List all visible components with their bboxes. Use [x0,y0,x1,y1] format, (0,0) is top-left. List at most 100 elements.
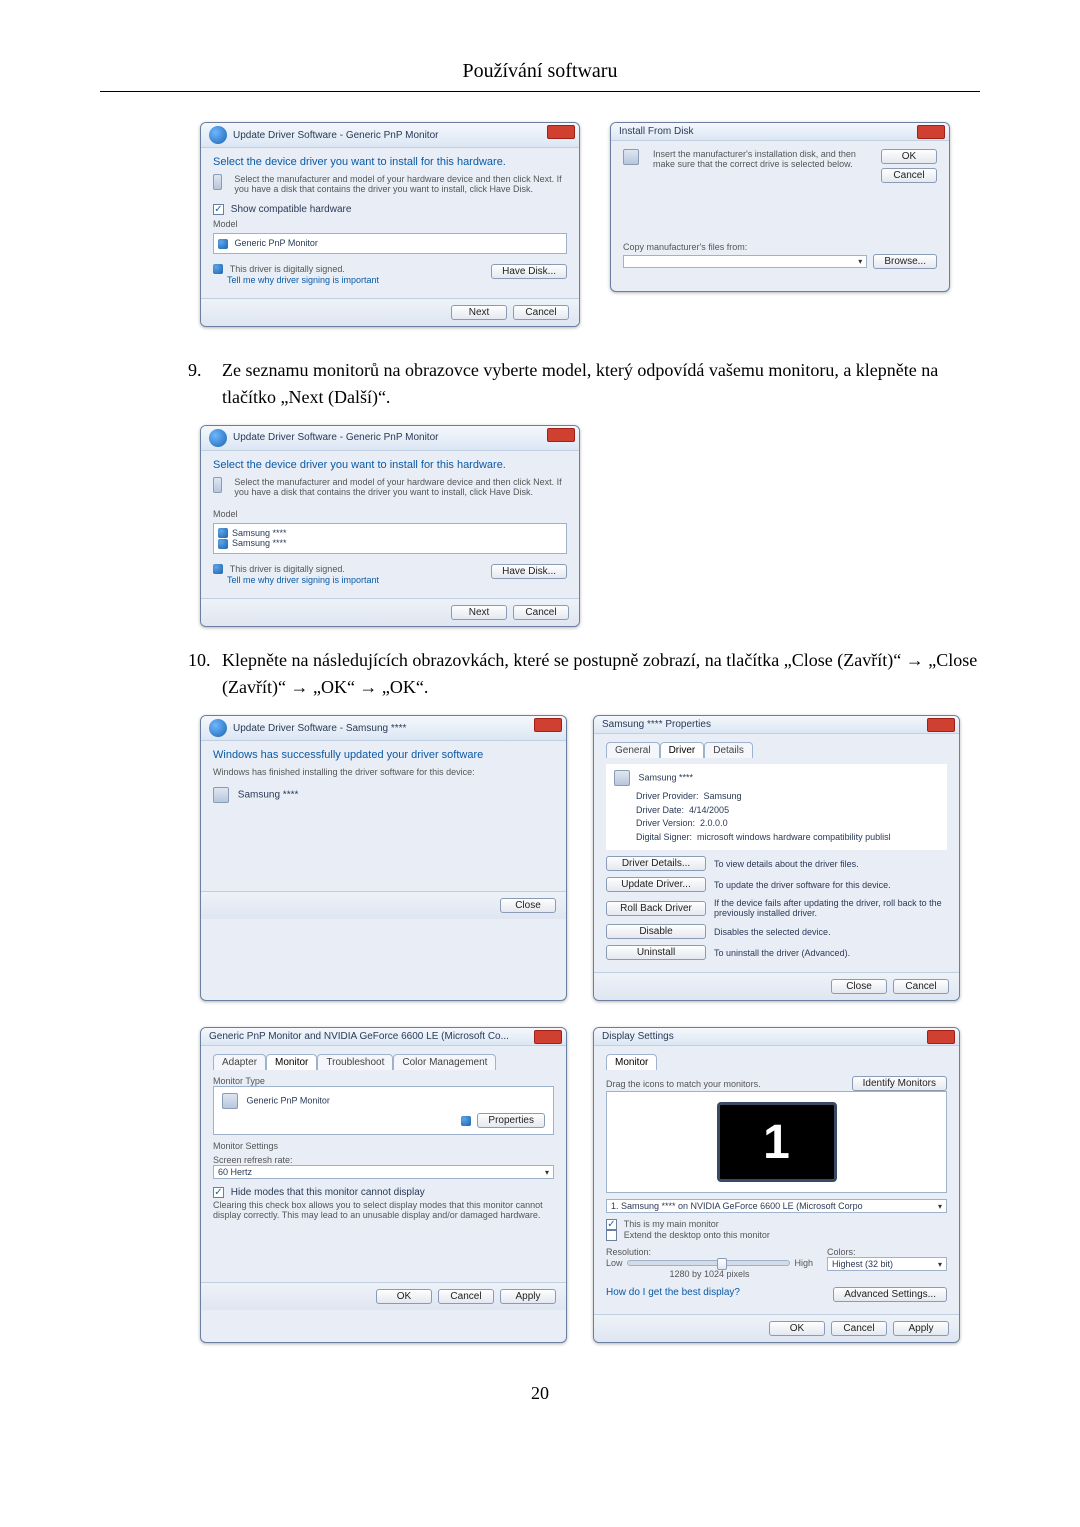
browse-button[interactable]: Browse... [873,254,937,269]
resolution-slider[interactable] [627,1260,791,1266]
shield-icon [213,564,223,574]
driver-details-button[interactable]: Driver Details... [606,856,706,871]
extend-desktop-label: Extend the desktop onto this monitor [624,1230,770,1240]
tab-details[interactable]: Details [704,742,753,758]
back-icon[interactable] [209,719,227,737]
uninstall-button[interactable]: Uninstall [606,945,706,960]
monitor-icon [213,787,229,803]
window-title: Generic PnP Monitor and NVIDIA GeForce 6… [209,1031,509,1042]
apply-button[interactable]: Apply [893,1321,949,1336]
ok-button[interactable]: OK [376,1289,432,1304]
main-monitor-checkbox[interactable] [606,1219,617,1230]
tab-monitor[interactable]: Monitor [606,1054,657,1070]
back-icon[interactable] [209,429,227,447]
disable-button[interactable]: Disable [606,924,706,939]
update-driver-desc: To update the driver software for this d… [714,880,947,890]
close-icon[interactable] [547,428,575,442]
compat-label: Show compatible hardware [231,204,352,215]
tab-adapter[interactable]: Adapter [213,1054,266,1070]
close-icon[interactable] [927,718,955,732]
rollback-driver-button[interactable]: Roll Back Driver [606,901,706,916]
extend-desktop-checkbox[interactable] [606,1230,617,1241]
close-button[interactable]: Close [831,979,887,994]
shield-icon [218,239,228,249]
ver-value: 2.0.0.0 [700,818,728,828]
dialog-heading: Select the device driver you want to ins… [213,156,567,168]
refresh-dropdown[interactable]: 60 Hertz ▾ [213,1165,554,1179]
cancel-button[interactable]: Cancel [893,979,949,994]
have-disk-button[interactable]: Have Disk... [491,564,567,579]
signing-link[interactable]: Tell me why driver signing is important [227,275,379,285]
signing-link[interactable]: Tell me why driver signing is important [227,575,379,585]
window-display-settings: Display Settings Monitor Drag the icons … [593,1027,960,1343]
tab-general[interactable]: General [606,742,660,758]
model-item[interactable]: Samsung **** [232,528,287,538]
update-driver-button[interactable]: Update Driver... [606,877,706,892]
close-button[interactable]: Close [500,898,556,913]
back-icon[interactable] [209,126,227,144]
tab-monitor[interactable]: Monitor [266,1054,317,1070]
cancel-button[interactable]: Cancel [513,305,569,320]
ok-button[interactable]: OK [769,1321,825,1336]
identify-monitors-button[interactable]: Identify Monitors [852,1076,947,1091]
next-button[interactable]: Next [451,305,507,320]
window-update-driver-1: Update Driver Software - Generic PnP Mon… [200,122,580,327]
tab-troubleshoot[interactable]: Troubleshoot [317,1054,393,1070]
ver-label: Driver Version: [636,818,695,828]
hide-modes-checkbox[interactable] [213,1187,224,1198]
refresh-value: 60 Hertz [218,1167,252,1177]
prov-value: Samsung [704,791,742,801]
window-title: Samsung **** Properties [602,719,711,730]
cancel-button[interactable]: Cancel [831,1321,887,1336]
monitor-icon [614,770,630,786]
monitor-preview[interactable]: 1 [717,1102,837,1182]
step-text: Ze seznamu monitorů na obrazovce vyberte… [222,357,980,411]
refresh-label: Screen refresh rate: [213,1155,554,1165]
step-9: 9. Ze seznamu monitorů na obrazovce vybe… [188,357,980,411]
monitor-select-value: 1. Samsung **** on NVIDIA GeForce 6600 L… [611,1201,863,1211]
shield-icon [461,1116,471,1126]
model-list[interactable]: Generic PnP Monitor [213,233,567,254]
date-value: 4/14/2005 [689,805,729,815]
monitor-select[interactable]: 1. Samsung **** on NVIDIA GeForce 6600 L… [606,1199,947,1213]
hide-modes-label: Hide modes that this monitor cannot disp… [231,1187,425,1198]
slider-high: High [794,1258,813,1268]
model-item[interactable]: Generic PnP Monitor [235,238,318,248]
ok-button[interactable]: OK [881,149,937,164]
best-display-link[interactable]: How do I get the best display? [606,1287,740,1302]
close-icon[interactable] [534,1030,562,1044]
chevron-down-icon: ▾ [938,1260,942,1269]
shield-icon [218,528,228,538]
resolution-value: 1280 by 1024 pixels [606,1269,813,1279]
next-button[interactable]: Next [451,605,507,620]
cancel-button[interactable]: Cancel [881,168,937,183]
have-disk-button[interactable]: Have Disk... [491,264,567,279]
dialog-subtext: Select the manufacturer and model of you… [234,477,567,497]
tab-color[interactable]: Color Management [393,1054,496,1070]
window-title: Install From Disk [619,126,693,137]
apply-button[interactable]: Apply [500,1289,556,1304]
close-icon[interactable] [927,1030,955,1044]
cancel-button[interactable]: Cancel [438,1289,494,1304]
model-item[interactable]: Samsung **** [232,538,287,548]
window-title: Update Driver Software - Samsung **** [233,723,406,734]
window-driver-properties: Samsung **** Properties General Driver D… [593,715,960,1001]
window-title: Update Driver Software - Generic PnP Mon… [233,130,438,141]
close-icon[interactable] [547,125,575,139]
advanced-settings-button[interactable]: Advanced Settings... [833,1287,947,1302]
tab-driver[interactable]: Driver [660,742,705,758]
window-title: Update Driver Software - Generic PnP Mon… [233,432,438,443]
signed-label: This driver is digitally signed. [230,564,345,574]
disable-desc: Disables the selected device. [714,927,947,937]
model-list[interactable]: Samsung **** Samsung **** [213,523,567,554]
window-update-success: Update Driver Software - Samsung **** Wi… [200,715,567,1001]
page-header: Používání softwaru [100,60,980,83]
main-monitor-label: This is my main monitor [624,1219,719,1229]
close-icon[interactable] [534,718,562,732]
close-icon[interactable] [917,125,945,139]
path-dropdown[interactable]: ▾ [623,255,867,268]
colors-dropdown[interactable]: Highest (32 bit) ▾ [827,1257,947,1271]
compat-checkbox[interactable] [213,204,224,215]
properties-button[interactable]: Properties [477,1113,545,1128]
cancel-button[interactable]: Cancel [513,605,569,620]
